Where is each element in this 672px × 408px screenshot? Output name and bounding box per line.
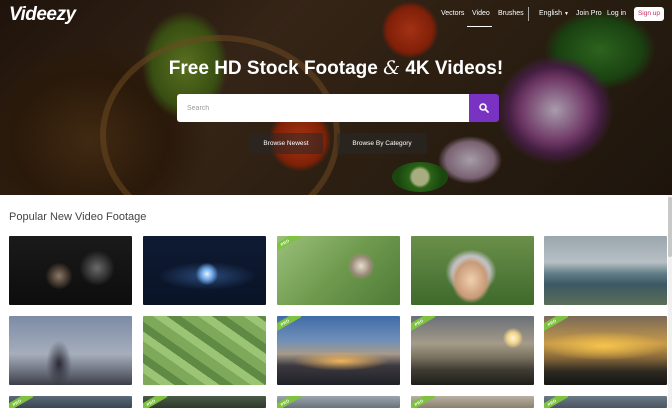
section-title: Popular New Video Footage (9, 211, 147, 223)
pro-badge: PRO (143, 396, 168, 408)
video-thumbnail[interactable]: PRO (411, 316, 534, 385)
videezy-logo[interactable]: Videezy (9, 4, 76, 26)
nav-divider (528, 7, 529, 21)
hero-headline: Free HD Stock Footage & 4K Videos! (0, 57, 672, 80)
video-thumbnail[interactable] (143, 236, 266, 305)
video-thumbnail[interactable] (544, 236, 667, 305)
headline-ampersand: & (383, 57, 401, 79)
language-selector[interactable]: English ▼ (539, 10, 569, 17)
video-thumbnail[interactable]: PRO (411, 396, 534, 408)
search-icon (479, 103, 489, 113)
nav-link-brushes[interactable]: Brushes (498, 10, 524, 17)
pro-badge: PRO (411, 396, 436, 408)
pro-badge: PRO (277, 316, 302, 335)
video-thumbnail[interactable] (143, 316, 266, 385)
browse-by-category-button[interactable]: Browse By Category (337, 133, 427, 154)
pro-badge: PRO (411, 316, 436, 335)
browse-newest-button[interactable]: Browse Newest (249, 133, 323, 154)
nav-link-video[interactable]: Video (472, 10, 490, 17)
video-thumbnail[interactable] (9, 236, 132, 305)
pro-badge: PRO (544, 396, 569, 408)
video-thumbnail[interactable]: PRO (544, 396, 667, 408)
video-thumbnail[interactable]: PRO (544, 316, 667, 385)
video-thumbnail[interactable]: PRO (9, 396, 132, 408)
video-thumbnail[interactable] (411, 236, 534, 305)
pro-badge: PRO (9, 396, 34, 408)
chevron-down-icon: ▼ (563, 11, 569, 17)
scrollbar-thumb[interactable] (668, 197, 672, 257)
top-nav: Videezy Vectors Video Brushes English ▼ J… (0, 0, 672, 30)
pro-badge: PRO (277, 236, 302, 255)
language-label: English (539, 10, 562, 17)
nav-link-vectors[interactable]: Vectors (441, 10, 464, 17)
pro-badge: PRO (277, 396, 302, 408)
nav-active-indicator (467, 26, 492, 27)
login-link[interactable]: Log in (607, 10, 626, 17)
video-thumbnail[interactable]: PRO (277, 396, 400, 408)
video-thumbnail[interactable]: PRO (277, 316, 400, 385)
headline-part1: Free HD Stock Footage (168, 58, 384, 79)
video-thumbnail[interactable]: PRO (143, 396, 266, 408)
video-thumbnail[interactable] (9, 316, 132, 385)
pro-badge: PRO (544, 316, 569, 335)
search-input[interactable] (177, 94, 469, 122)
video-thumbnail[interactable]: PRO (277, 236, 400, 305)
headline-part2: 4K Videos! (400, 58, 504, 79)
signup-button[interactable]: Sign up (634, 7, 664, 21)
join-pro-link[interactable]: Join Pro (576, 10, 602, 17)
search-button[interactable] (469, 94, 499, 122)
